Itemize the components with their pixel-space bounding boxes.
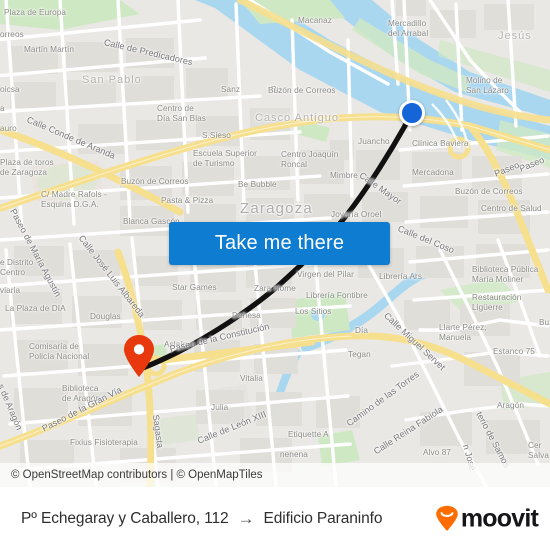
moovit-route-card: Plaza de Europa orreos Martín Martín oicsa a… xyxy=(0,0,550,550)
map-attribution: © OpenStreetMap contributors | © OpenMap… xyxy=(0,463,550,487)
arrow-right-icon: → xyxy=(237,509,255,528)
route-origin-label: Pº Echegaray y Caballero, 112 xyxy=(21,509,229,527)
origin-marker-dot[interactable] xyxy=(399,100,425,126)
destination-marker-pin[interactable] xyxy=(122,334,156,378)
map-canvas[interactable]: Plaza de Europa orreos Martín Martín oicsa a… xyxy=(0,0,550,487)
moovit-pin-icon xyxy=(436,505,458,531)
route-footer-bar: Pº Echegaray y Caballero, 112 → Edificio… xyxy=(0,487,550,550)
attribution-text: © OpenStreetMap contributors | © OpenMap… xyxy=(11,469,263,481)
moovit-logo[interactable]: moovit xyxy=(435,504,539,533)
moovit-wordmark: moovit xyxy=(460,504,539,532)
take-me-there-button[interactable]: Take me there xyxy=(169,222,390,265)
route-summary: Pº Echegaray y Caballero, 112 → Edificio… xyxy=(21,510,382,528)
route-destination-label: Edificio Paraninfo xyxy=(263,509,383,527)
